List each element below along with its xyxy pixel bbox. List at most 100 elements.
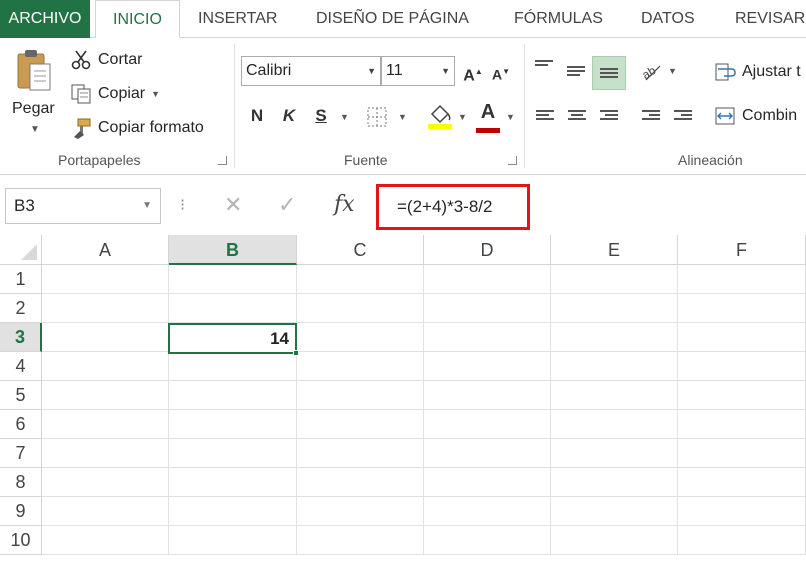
orientation-icon[interactable]: ab — [640, 60, 664, 82]
cell-f4[interactable] — [678, 352, 806, 381]
tab-formulas[interactable]: FÓRMULAS — [514, 0, 603, 38]
cell-f7[interactable] — [678, 439, 806, 468]
cell-c10[interactable] — [297, 526, 424, 555]
borders-dropdown-icon[interactable]: ▼ — [398, 112, 407, 122]
cell-a10[interactable] — [42, 526, 169, 555]
cell-c5[interactable] — [297, 381, 424, 410]
row-header-10[interactable]: 10 — [0, 526, 42, 555]
cell-a8[interactable] — [42, 468, 169, 497]
font-color-dropdown-icon[interactable]: ▼ — [506, 112, 515, 122]
fx-icon[interactable]: fx — [334, 192, 355, 217]
fill-color-icon[interactable] — [426, 102, 454, 130]
cell-c9[interactable] — [297, 497, 424, 526]
tab-inicio[interactable]: INICIO — [95, 0, 180, 39]
font-color-button[interactable]: A — [476, 98, 500, 126]
cell-d3[interactable] — [424, 323, 551, 352]
cell-a5[interactable] — [42, 381, 169, 410]
select-all-corner[interactable] — [0, 235, 42, 265]
cell-b4[interactable] — [169, 352, 297, 381]
cell-a3[interactable] — [42, 323, 169, 352]
cell-f2[interactable] — [678, 294, 806, 323]
formula-input[interactable]: =(2+4)*3-8/2 — [372, 181, 806, 231]
cell-c6[interactable] — [297, 410, 424, 439]
cell-a1[interactable] — [42, 265, 169, 294]
copy-dropdown-icon[interactable]: ▼ — [151, 82, 160, 106]
column-header-d[interactable]: D — [424, 235, 551, 265]
cell-d6[interactable] — [424, 410, 551, 439]
tab-archivo[interactable]: ARCHIVO — [0, 0, 90, 38]
row-header-6[interactable]: 6 — [0, 410, 42, 439]
paste-button-label[interactable]: Pegar — [12, 100, 55, 118]
cell-d1[interactable] — [424, 265, 551, 294]
grow-font-button[interactable]: A▲ — [462, 58, 484, 86]
align-middle-icon[interactable] — [567, 66, 585, 80]
align-right-icon[interactable] — [600, 110, 618, 124]
cell-f10[interactable] — [678, 526, 806, 555]
cell-b9[interactable] — [169, 497, 297, 526]
cell-c2[interactable] — [297, 294, 424, 323]
align-center-icon[interactable] — [568, 110, 586, 124]
cell-a4[interactable] — [42, 352, 169, 381]
cell-d8[interactable] — [424, 468, 551, 497]
cell-e6[interactable] — [551, 410, 678, 439]
italic-button[interactable]: K — [278, 102, 300, 130]
merge-center-button[interactable]: Combin — [714, 104, 797, 128]
cell-c4[interactable] — [297, 352, 424, 381]
cell-e8[interactable] — [551, 468, 678, 497]
format-painter-button[interactable]: Copiar formato — [70, 116, 204, 140]
row-header-3[interactable]: 3 — [0, 323, 42, 352]
cell-b5[interactable] — [169, 381, 297, 410]
font-launcher-icon[interactable] — [508, 156, 517, 165]
cell-e1[interactable] — [551, 265, 678, 294]
active-cell-b3[interactable]: 14 — [168, 323, 297, 354]
cell-b10[interactable] — [169, 526, 297, 555]
cell-b6[interactable] — [169, 410, 297, 439]
wrap-text-button[interactable]: Ajustar t — [714, 60, 801, 84]
row-header-8[interactable]: 8 — [0, 468, 42, 497]
row-header-9[interactable]: 9 — [0, 497, 42, 526]
cell-c3[interactable] — [297, 323, 424, 352]
cell-d9[interactable] — [424, 497, 551, 526]
cell-e4[interactable] — [551, 352, 678, 381]
cell-c8[interactable] — [297, 468, 424, 497]
column-header-e[interactable]: E — [551, 235, 678, 265]
cut-button[interactable]: Cortar — [70, 48, 142, 72]
align-bottom-icon[interactable] — [600, 68, 618, 82]
cell-c1[interactable] — [297, 265, 424, 294]
enter-icon[interactable]: ✓ — [278, 192, 296, 218]
cell-e5[interactable] — [551, 381, 678, 410]
increase-indent-icon[interactable] — [674, 110, 692, 124]
font-size-combo[interactable]: 11 ▼ — [381, 56, 455, 86]
column-header-c[interactable]: C — [297, 235, 424, 265]
fill-handle[interactable] — [293, 350, 299, 356]
cell-d2[interactable] — [424, 294, 551, 323]
cell-a6[interactable] — [42, 410, 169, 439]
bold-button[interactable]: N — [246, 102, 268, 130]
cell-e3[interactable] — [551, 323, 678, 352]
column-header-f[interactable]: F — [678, 235, 806, 265]
cell-e9[interactable] — [551, 497, 678, 526]
row-header-4[interactable]: 4 — [0, 352, 42, 381]
align-top-icon[interactable] — [535, 60, 553, 74]
cell-e10[interactable] — [551, 526, 678, 555]
decrease-indent-icon[interactable] — [642, 110, 660, 124]
cell-f6[interactable] — [678, 410, 806, 439]
paste-dropdown-icon[interactable]: ▼ — [30, 124, 40, 135]
cell-d4[interactable] — [424, 352, 551, 381]
cell-f5[interactable] — [678, 381, 806, 410]
cell-a9[interactable] — [42, 497, 169, 526]
tab-datos[interactable]: DATOS — [641, 0, 695, 38]
row-header-5[interactable]: 5 — [0, 381, 42, 410]
underline-button[interactable]: S — [310, 102, 332, 130]
name-box[interactable]: B3 ▼ — [5, 188, 161, 224]
tab-insertar[interactable]: INSERTAR — [198, 0, 277, 38]
row-header-2[interactable]: 2 — [0, 294, 42, 323]
cell-f8[interactable] — [678, 468, 806, 497]
cell-b8[interactable] — [169, 468, 297, 497]
cell-d10[interactable] — [424, 526, 551, 555]
copy-button[interactable]: Copiar ▼ — [70, 82, 160, 106]
shrink-font-button[interactable]: A▼ — [490, 58, 512, 86]
fill-color-dropdown-icon[interactable]: ▼ — [458, 112, 467, 122]
cell-c7[interactable] — [297, 439, 424, 468]
tab-revisar[interactable]: REVISAR — [735, 0, 805, 38]
